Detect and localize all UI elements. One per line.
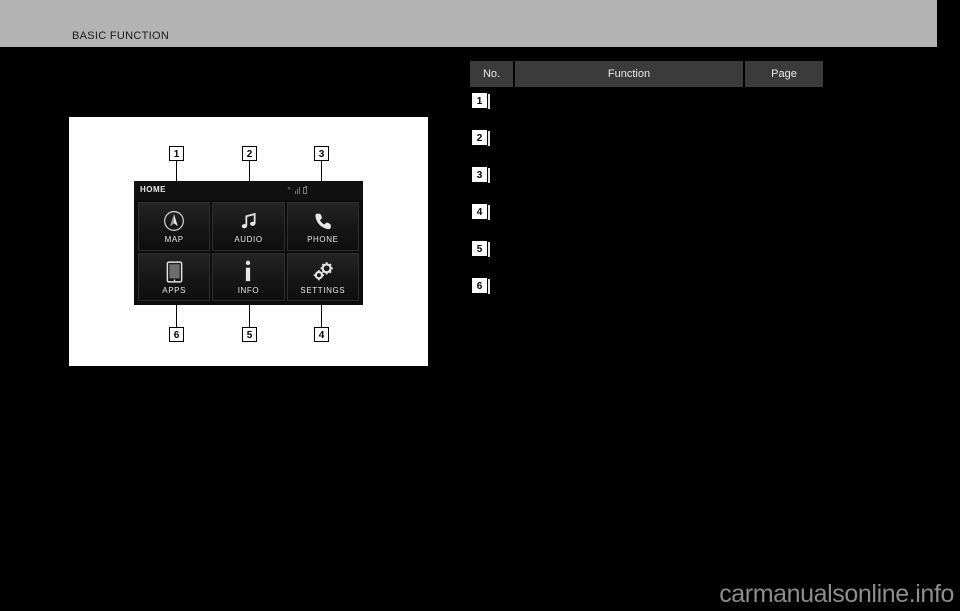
row-page-cell: [743, 204, 821, 205]
table-row: 2: [470, 130, 823, 167]
gears-icon: [311, 259, 335, 285]
row-page-cell: [743, 130, 821, 131]
row-page-cell: [743, 241, 821, 242]
row-number-badge: 5: [472, 241, 490, 257]
table-row: 6: [470, 278, 823, 315]
row-number-badge: 2: [472, 130, 490, 146]
row-page-cell: [743, 278, 821, 279]
tile-label-info: INFO: [237, 285, 260, 295]
row-function-cell: [513, 204, 743, 205]
tile-info[interactable]: INFO: [212, 252, 285, 301]
callout-leader-6: [176, 305, 177, 327]
table-header-row: No. Function Page: [470, 61, 823, 87]
music-note-icon: [238, 208, 258, 234]
row-number-badge: 6: [472, 278, 490, 294]
information-icon: [242, 259, 254, 285]
tile-audio[interactable]: AUDIO: [212, 202, 285, 251]
callout-leader-5: [249, 305, 250, 327]
battery-icon: [303, 186, 307, 194]
head-unit-screen: HOME ⚬ MAP AUDIO PHONE APPS INFO SETTING…: [134, 181, 363, 305]
callout-badge-3: 3: [314, 146, 329, 161]
tile-label-settings: SETTINGS: [300, 285, 346, 295]
callout-leader-4: [321, 305, 322, 327]
column-header-function: Function: [515, 61, 745, 87]
home-screen-label: HOME: [140, 185, 166, 194]
row-function-cell: [513, 167, 743, 168]
navigation-compass-icon: [163, 208, 185, 234]
row-page-cell: [743, 93, 821, 94]
callout-badge-2: 2: [242, 146, 257, 161]
tile-label-phone: PHONE: [307, 235, 339, 245]
page-title: BASIC FUNCTION: [72, 30, 170, 42]
home-tile-grid: MAP AUDIO PHONE APPS INFO SETTINGS: [138, 202, 359, 301]
table-body: 1 2 3 4 5 6: [470, 93, 823, 315]
figure-illustration: 1 2 3 6 5 4 HOME ⚬ MAP AUDIO PHONE APPS …: [69, 117, 428, 366]
callout-badge-5: 5: [242, 327, 257, 342]
tile-settings[interactable]: SETTINGS: [286, 252, 359, 301]
row-function-cell: [513, 93, 743, 94]
signal-bars-icon: [295, 186, 300, 194]
head-unit-status-bar: HOME ⚬: [134, 181, 363, 200]
table-row: 4: [470, 204, 823, 241]
callout-badge-6: 6: [169, 327, 184, 342]
site-watermark: carmanualsonline.info: [719, 580, 954, 608]
tile-apps[interactable]: APPS: [138, 252, 211, 301]
tile-label-audio: AUDIO: [234, 235, 263, 245]
row-page-cell: [743, 167, 821, 168]
table-row: 5: [470, 241, 823, 278]
phone-handset-icon: [313, 208, 333, 234]
row-function-cell: [513, 130, 743, 131]
tile-phone[interactable]: PHONE: [286, 202, 359, 251]
row-function-cell: [513, 278, 743, 279]
row-function-cell: [513, 241, 743, 242]
bluetooth-icon: ⚬: [286, 186, 292, 193]
tile-label-map: MAP: [164, 235, 184, 245]
column-header-no: No.: [470, 61, 515, 87]
tile-label-apps: APPS: [162, 285, 187, 295]
row-number-badge: 3: [472, 167, 490, 183]
row-number-badge: 1: [472, 93, 490, 109]
row-number-badge: 4: [472, 204, 490, 220]
status-icon-group: ⚬: [286, 186, 307, 194]
column-header-page: Page: [771, 68, 797, 80]
tablet-device-icon: [166, 259, 183, 285]
callout-badge-4: 4: [314, 327, 329, 342]
callout-badge-1: 1: [169, 146, 184, 161]
table-row: 1: [470, 93, 823, 130]
function-table: No. Function Page 1 2 3 4 5 6: [470, 61, 823, 315]
tile-map[interactable]: MAP: [138, 202, 211, 251]
table-row: 3: [470, 167, 823, 204]
